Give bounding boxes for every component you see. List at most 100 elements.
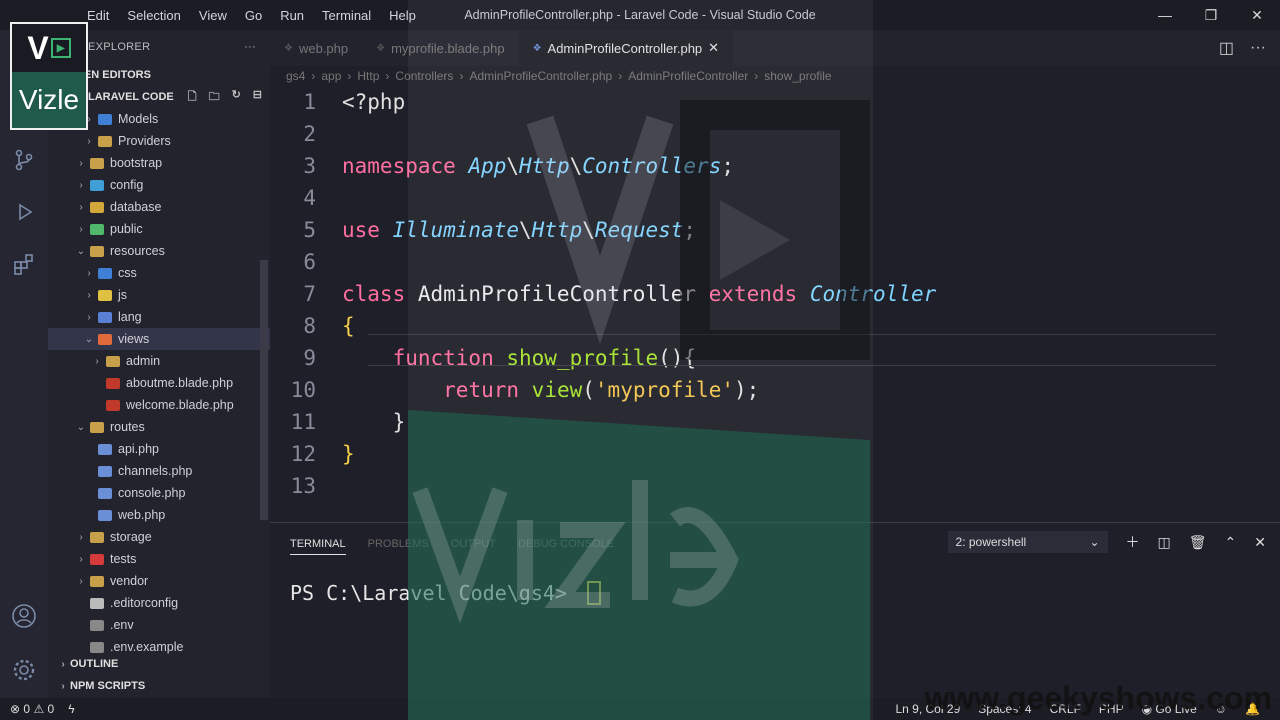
editor-actions: ◫ ··· bbox=[1219, 30, 1280, 66]
tree-item[interactable]: aboutme.blade.php bbox=[48, 372, 270, 394]
tree-item[interactable]: › admin bbox=[48, 350, 270, 372]
tree-item[interactable]: welcome.blade.php bbox=[48, 394, 270, 416]
outline-section[interactable]: › OUTLINE bbox=[48, 653, 270, 675]
trash-icon[interactable]: 🗑 bbox=[1189, 534, 1207, 551]
run-debug-icon[interactable] bbox=[0, 186, 48, 238]
new-terminal-icon[interactable]: ＋ bbox=[1126, 532, 1140, 552]
lightning-icon[interactable]: ϟ bbox=[68, 702, 74, 716]
more-actions-icon[interactable]: ··· bbox=[244, 41, 256, 53]
close-tab-icon[interactable]: ✕ bbox=[708, 40, 719, 56]
source-control-icon[interactable] bbox=[0, 134, 48, 186]
tree-item[interactable]: ⌄ views bbox=[48, 328, 270, 350]
terminal-select-value: 2: powershell bbox=[955, 535, 1027, 549]
menu-item-view[interactable]: View bbox=[190, 8, 236, 23]
panel-tab-problems[interactable]: PROBLEMS bbox=[368, 538, 429, 550]
tree-item[interactable]: channels.php bbox=[48, 460, 270, 482]
tree-item[interactable]: › storage bbox=[48, 526, 270, 548]
breadcrumb-item[interactable]: gs4 bbox=[286, 69, 305, 83]
split-terminal-icon[interactable]: ◫ bbox=[1158, 534, 1171, 551]
tree-item[interactable]: › js bbox=[48, 284, 270, 306]
extensions-icon[interactable] bbox=[0, 238, 48, 290]
chevron-right-icon: › bbox=[61, 658, 65, 670]
npm-scripts-section[interactable]: › NPM SCRIPTS bbox=[48, 675, 270, 697]
menu-item-terminal[interactable]: Terminal bbox=[313, 8, 380, 23]
error-icon: ⊗ bbox=[10, 702, 21, 716]
folder-icon bbox=[90, 201, 104, 213]
editor-tab[interactable]: ❖ web.php bbox=[270, 30, 362, 66]
menu-item-help[interactable]: Help bbox=[380, 8, 425, 23]
sidebar-scrollbar[interactable] bbox=[260, 260, 268, 520]
breadcrumb-item[interactable]: Controllers bbox=[395, 69, 453, 83]
folder-icon bbox=[90, 223, 104, 235]
panel-tab-output[interactable]: OUTPUT bbox=[451, 538, 496, 550]
tree-item[interactable]: api.php bbox=[48, 438, 270, 460]
new-file-icon[interactable]: 🗋 bbox=[188, 88, 197, 107]
tree-item[interactable]: › css bbox=[48, 262, 270, 284]
close-icon[interactable]: ✕ bbox=[1234, 0, 1280, 30]
new-folder-icon[interactable]: 🗀 bbox=[209, 88, 220, 107]
tree-item[interactable]: › config bbox=[48, 174, 270, 196]
vizle-logo-text: Vizle bbox=[18, 84, 80, 115]
tree-item[interactable]: ⌄ routes bbox=[48, 416, 270, 438]
menu-item-go[interactable]: Go bbox=[236, 8, 271, 23]
tree-item[interactable]: › public bbox=[48, 218, 270, 240]
code-line: 7 class AdminProfileController extends Co… bbox=[270, 278, 1280, 310]
editor-tab[interactable]: ❖ myprofile.blade.php bbox=[362, 30, 518, 66]
problems-indicator[interactable]: ⊗ 0 ⚠ 0 bbox=[10, 702, 54, 716]
site-watermark: www.geekyshows.com bbox=[924, 680, 1272, 716]
tree-item[interactable]: › bootstrap bbox=[48, 152, 270, 174]
folder-icon bbox=[98, 113, 112, 125]
tree-item[interactable]: console.php bbox=[48, 482, 270, 504]
menu-item-selection[interactable]: Selection bbox=[118, 8, 189, 23]
tree-item[interactable]: .env bbox=[48, 614, 270, 636]
tree-item[interactable]: › database bbox=[48, 196, 270, 218]
settings-gear-icon[interactable] bbox=[0, 644, 48, 696]
code-token: ; bbox=[683, 218, 697, 242]
tree-item[interactable]: .editorconfig bbox=[48, 592, 270, 614]
current-line-highlight bbox=[368, 334, 1216, 366]
line-number: 4 bbox=[303, 186, 316, 210]
breadcrumb-item[interactable]: AdminProfileController bbox=[628, 69, 748, 83]
tree-item[interactable]: web.php bbox=[48, 504, 270, 526]
breadcrumb-item[interactable]: show_profile bbox=[764, 69, 831, 83]
tree-item[interactable]: ⌄ resources bbox=[48, 240, 270, 262]
code-token: \ bbox=[506, 154, 520, 178]
tree-item-label: console.php bbox=[118, 486, 186, 500]
refresh-icon[interactable]: ↻ bbox=[232, 88, 241, 107]
split-editor-icon[interactable]: ◫ bbox=[1219, 38, 1234, 58]
tree-item[interactable]: › lang bbox=[48, 306, 270, 328]
tree-item[interactable]: › tests bbox=[48, 548, 270, 570]
editor-tab[interactable]: ❖ AdminProfileController.php ✕ bbox=[518, 30, 734, 66]
code-text: } bbox=[342, 442, 355, 466]
editor-tab-label: AdminProfileController.php bbox=[547, 40, 703, 56]
panel-tab-debug-console[interactable]: DEBUG CONSOLE bbox=[518, 538, 614, 550]
breadcrumb-item[interactable]: AdminProfileController.php bbox=[469, 69, 612, 83]
terminal-content[interactable]: PS C:\Laravel Code\gs4> bbox=[270, 565, 1280, 621]
folder-icon bbox=[90, 421, 104, 433]
more-actions-icon[interactable]: ··· bbox=[1250, 39, 1266, 57]
minimize-icon[interactable]: — bbox=[1142, 0, 1188, 30]
breadcrumb-item[interactable]: Http bbox=[357, 69, 379, 83]
tree-item-label: .env bbox=[110, 618, 134, 632]
tree-item[interactable]: › vendor bbox=[48, 570, 270, 592]
menu-item-edit[interactable]: Edit bbox=[78, 8, 118, 23]
close-panel-icon[interactable]: ✕ bbox=[1254, 534, 1266, 551]
collapse-all-icon[interactable]: ⊟ bbox=[253, 88, 262, 107]
breadcrumb-item[interactable]: app bbox=[321, 69, 341, 83]
restore-icon[interactable]: ❐ bbox=[1188, 0, 1234, 30]
code-text: { bbox=[342, 314, 355, 338]
tree-item[interactable]: › Providers bbox=[48, 130, 270, 152]
terminal-select[interactable]: 2: powershell ⌄ bbox=[947, 531, 1108, 553]
tree-item-label: channels.php bbox=[118, 464, 193, 478]
account-icon[interactable] bbox=[0, 590, 48, 642]
maximize-panel-icon[interactable]: ⌃ bbox=[1225, 534, 1237, 551]
chevron-right-icon: › bbox=[61, 680, 65, 692]
line-number: 9 bbox=[303, 346, 316, 370]
file-icon bbox=[98, 443, 112, 455]
panel-tab-terminal[interactable]: TERMINAL bbox=[290, 534, 346, 555]
code-line: 2 bbox=[270, 118, 1280, 150]
line-number: 5 bbox=[303, 218, 316, 242]
folder-icon bbox=[98, 311, 112, 323]
menu-item-run[interactable]: Run bbox=[271, 8, 313, 23]
code-editor[interactable]: 1 <?php 2 3 namespace App\Http\Controllers; 4… bbox=[270, 86, 1280, 502]
